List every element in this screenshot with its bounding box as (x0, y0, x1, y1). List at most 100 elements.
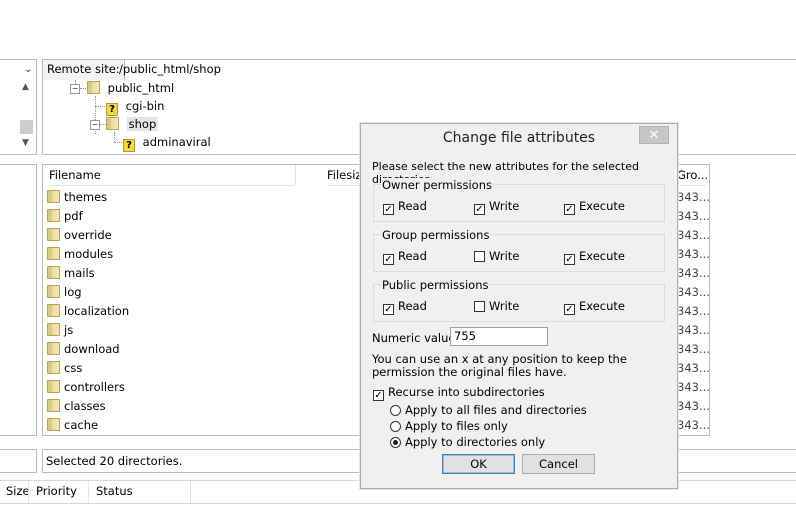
owner-read-checkbox[interactable]: ✓ Read (383, 199, 427, 215)
group-execute-checkbox[interactable]: ✓ Execute (564, 249, 625, 265)
checkbox-icon: ✓ (564, 204, 575, 215)
owner-execute-checkbox[interactable]: ✓ Execute (564, 199, 625, 215)
file-name: cache (64, 418, 99, 432)
local-status-strip (0, 449, 37, 473)
group-cell: 343... (677, 228, 710, 242)
tree-item-shop[interactable]: shop (106, 117, 159, 131)
file-row[interactable]: js (47, 321, 73, 340)
folder-icon (47, 304, 60, 317)
checkbox-icon: ✓ (383, 204, 394, 215)
group-cell: 343... (677, 323, 710, 337)
checkbox-label: Execute (579, 199, 625, 213)
ok-button[interactable]: OK (442, 454, 515, 474)
group-read-checkbox[interactable]: ✓ Read (383, 249, 427, 265)
file-name: mails (64, 266, 95, 280)
group-cell: 343... (677, 285, 710, 299)
file-name: modules (64, 247, 114, 261)
file-name: log (64, 285, 82, 299)
public-write-checkbox[interactable]: Write (474, 299, 519, 313)
tree-item-adminaviral[interactable]: ? adminaviral (123, 135, 211, 152)
tree-item-label: public_html (107, 81, 175, 95)
column-header-group[interactable]: Gro... (677, 165, 708, 186)
queue-column-priority[interactable]: Priority (36, 484, 77, 498)
queue-column-status[interactable]: Status (96, 484, 133, 498)
file-row[interactable]: override (47, 226, 112, 245)
folder-icon (47, 190, 60, 203)
checkbox-label: Read (398, 249, 427, 263)
file-row[interactable]: download (47, 340, 120, 359)
radio-icon (390, 405, 401, 416)
scroll-thumb[interactable] (20, 120, 33, 134)
local-tree-scrollbar[interactable]: ▲ ▼ (0, 80, 37, 155)
checkbox-label: Execute (579, 299, 625, 313)
checkbox-label: Read (398, 199, 427, 213)
numeric-value-input[interactable]: 755 (450, 327, 548, 346)
file-row[interactable]: pdf (47, 207, 83, 226)
public-execute-checkbox[interactable]: ✓ Execute (564, 299, 625, 315)
apply-directories-radio[interactable]: Apply to directories only (390, 435, 545, 449)
group-cell: 343... (677, 209, 710, 223)
folder-icon (47, 266, 60, 279)
owner-permissions-title: Owner permissions (381, 178, 493, 192)
file-row[interactable]: modules (47, 245, 113, 264)
checkbox-icon: ✓ (373, 390, 384, 401)
tree-item-public-html[interactable]: public_html (87, 81, 174, 95)
radio-label: Apply to files only (405, 419, 508, 433)
file-name: localization (64, 304, 130, 318)
recurse-checkbox[interactable]: ✓ Recurse into subdirectories (373, 385, 545, 401)
group-cell: 343... (677, 266, 710, 280)
group-cell: 343... (677, 361, 710, 375)
group-cell: 343... (677, 304, 710, 318)
checkbox-label: Write (489, 199, 520, 213)
file-row[interactable]: localization (47, 302, 129, 321)
file-row[interactable]: controllers (47, 378, 125, 397)
unknown-folder-icon: ? (106, 103, 118, 116)
radio-icon (390, 437, 401, 448)
status-text: Selected 20 directories. (46, 454, 183, 468)
file-name: classes (64, 399, 106, 413)
file-row[interactable]: classes (47, 397, 106, 416)
public-read-checkbox[interactable]: ✓ Read (383, 299, 427, 315)
scroll-up-icon[interactable]: ▲ (22, 82, 29, 92)
folder-icon (47, 285, 60, 298)
tree-item-label: adminaviral (142, 135, 211, 149)
remote-path-input[interactable]: /public_html/shop (119, 62, 221, 76)
apply-all-radio[interactable]: Apply to all files and directories (390, 403, 587, 417)
checkbox-icon: ✓ (474, 204, 485, 215)
apply-files-radio[interactable]: Apply to files only (390, 419, 508, 433)
close-button[interactable]: ✕ (639, 126, 669, 144)
radio-icon (390, 421, 401, 432)
scroll-down-icon[interactable]: ▼ (22, 138, 29, 148)
folder-icon (47, 380, 60, 393)
group-permissions-title: Group permissions (381, 228, 491, 242)
folder-open-icon (106, 117, 119, 130)
collapse-icon[interactable]: − (90, 120, 100, 130)
checkbox-icon: ✓ (383, 254, 394, 265)
queue-column-size[interactable]: Size (6, 484, 30, 498)
file-row[interactable]: themes (47, 188, 107, 207)
group-cell: 343... (677, 399, 710, 413)
local-site-dropdown[interactable]: ⌄ (0, 59, 37, 81)
file-name: override (64, 228, 112, 242)
file-row[interactable]: log (47, 283, 82, 302)
file-row[interactable]: css (47, 359, 82, 378)
owner-write-checkbox[interactable]: ✓ Write (474, 199, 519, 215)
change-file-attributes-dialog: Change file attributes ✕ Please select t… (360, 123, 678, 489)
remote-site-label: Remote site: (43, 60, 125, 80)
tree-item-cgi-bin[interactable]: ? cgi-bin (106, 99, 164, 116)
checkbox-icon: ✓ (383, 304, 394, 315)
cancel-button[interactable]: Cancel (522, 454, 595, 474)
local-file-list (0, 164, 37, 436)
collapse-icon[interactable]: − (70, 84, 80, 94)
column-header-filename[interactable]: Filename (49, 165, 293, 186)
tree-item-label: cgi-bin (125, 99, 165, 113)
file-row[interactable]: mails (47, 264, 95, 283)
folder-icon (47, 228, 60, 241)
folder-icon (47, 399, 60, 412)
file-row[interactable]: cache (47, 416, 98, 435)
dialog-title: Change file attributes (442, 130, 596, 146)
group-write-checkbox[interactable]: Write (474, 249, 519, 263)
radio-label: Apply to all files and directories (405, 403, 587, 417)
group-cell: 343... (677, 342, 710, 356)
folder-icon (87, 81, 100, 94)
